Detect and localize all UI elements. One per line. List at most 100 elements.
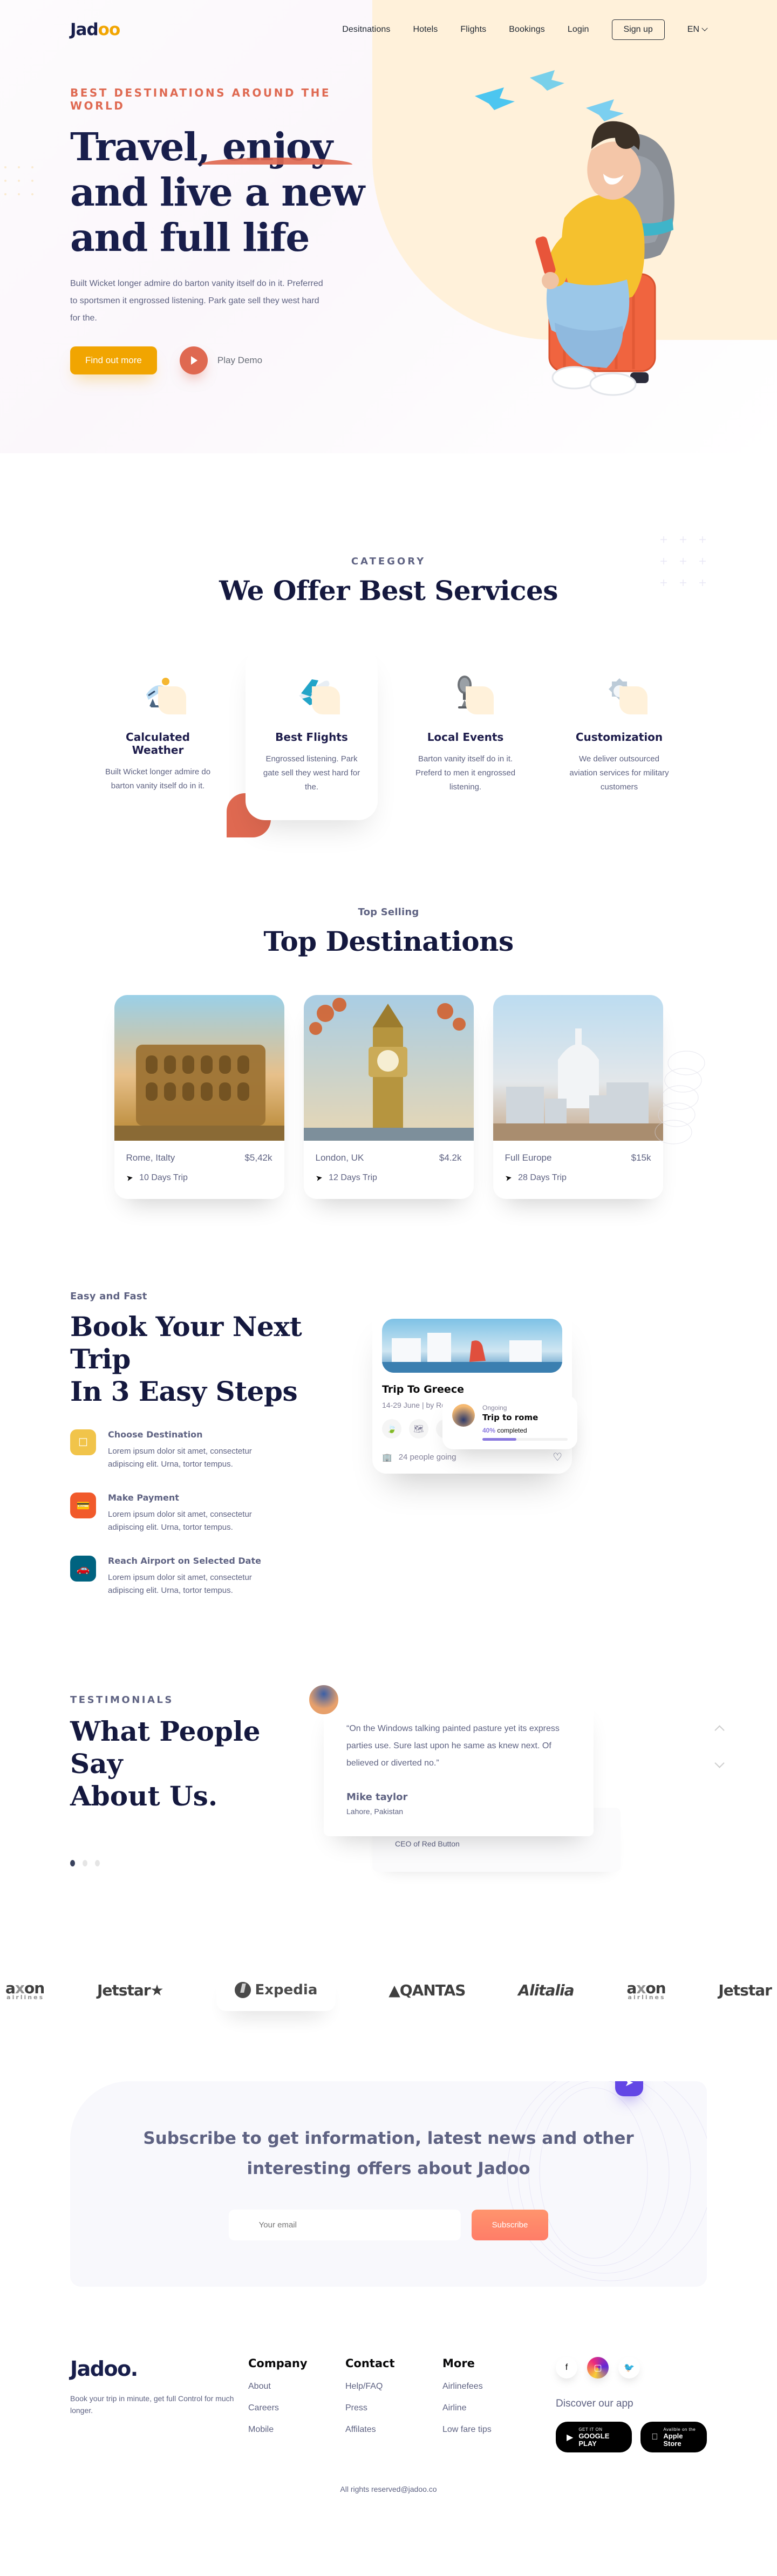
subscribe-title-line-1: Subscribe to get information, latest new… xyxy=(143,2129,634,2148)
destination-duration-row: ➤ 10 Days Trip xyxy=(125,1173,272,1183)
footer-tagline: Book your trip in minute, get full Contr… xyxy=(70,2394,234,2415)
destination-body: Full Europe $15k ➤ 28 Days Trip xyxy=(493,1141,663,1199)
footer-link-press[interactable]: Press xyxy=(345,2403,442,2413)
taxi-icon: 🚗 xyxy=(70,1556,96,1582)
nav-links: Desitnations Hotels Flights Bookings Log… xyxy=(342,19,708,40)
footer-logo[interactable]: Jadoo. xyxy=(70,2357,248,2381)
footer-link-careers[interactable]: Careers xyxy=(248,2403,345,2413)
destination-card-london[interactable]: London, UK $4.2k ➤ 12 Days Trip xyxy=(303,995,474,1199)
brand-logo-expedia: Expedia xyxy=(216,1969,336,2011)
service-icon-wrap xyxy=(257,668,366,717)
language-selector[interactable]: EN xyxy=(687,25,708,35)
destination-price: $4.2k xyxy=(439,1153,462,1163)
google-play-badge[interactable]: ▶ GET IT ON GOOGLE PLAY xyxy=(556,2422,632,2452)
footer-link-airlinefees[interactable]: Airlinefees xyxy=(442,2382,540,2391)
steps-title-line-1: Book Your Next Trip xyxy=(70,1311,302,1375)
chevron-up-icon[interactable] xyxy=(714,1725,725,1735)
booking-steps-section: Easy and Fast Book Your Next Trip In 3 E… xyxy=(0,1291,777,1597)
chevron-down-icon xyxy=(701,25,708,31)
language-label: EN xyxy=(687,25,699,34)
store-large-text: GOOGLE PLAY xyxy=(578,2432,610,2448)
app-store-badges: ▶ GET IT ON GOOGLE PLAY  Avalible on th… xyxy=(556,2422,707,2452)
icon-backdrop-square xyxy=(158,686,186,714)
facebook-icon[interactable]: f xyxy=(556,2357,577,2379)
icon-backdrop-square xyxy=(619,686,648,714)
logo-text-accent: oo xyxy=(98,20,121,39)
apple-icon:  xyxy=(651,2432,658,2442)
footer-link-affilates[interactable]: Affilates xyxy=(345,2425,442,2435)
trip-card[interactable]: Trip To Greece 14-29 June | by Robbin jo… xyxy=(372,1309,577,1474)
send-icon[interactable]: ➤ xyxy=(615,2081,643,2096)
favorite-heart-icon[interactable]: ♡ xyxy=(553,1450,562,1464)
carousel-dot-3[interactable] xyxy=(95,1860,100,1866)
footer-link-airline[interactable]: Airline xyxy=(442,2403,540,2413)
step-text: Lorem ipsum dolor sit amet, consectetur … xyxy=(108,1447,252,1469)
destination-card-europe[interactable]: Full Europe $15k ➤ 28 Days Trip xyxy=(493,995,663,1199)
testimonials-title: What People Say About Us. xyxy=(70,1715,297,1812)
payment-icon: 💳 xyxy=(70,1493,96,1518)
avatar xyxy=(308,1684,340,1716)
instagram-icon[interactable]: ▢ xyxy=(587,2357,609,2379)
landing-page: Jadoo Desitnations Hotels Flights Bookin… xyxy=(0,0,777,2515)
steps-eyebrow: Easy and Fast xyxy=(70,1291,147,1302)
carousel-dot-1[interactable] xyxy=(70,1860,75,1866)
nav-item-flights[interactable]: Flights xyxy=(460,25,486,35)
carousel-arrows xyxy=(714,1725,725,1768)
step-title: Choose Destination xyxy=(108,1429,203,1440)
testimonials-section: TESTIMONIALS What People Say About Us. “… xyxy=(0,1684,777,1872)
signup-button[interactable]: Sign up xyxy=(611,19,665,40)
steps-text-block: Easy and Fast Book Your Next Trip In 3 E… xyxy=(70,1291,351,1597)
step-reach-airport: 🚗 Reach Airport on Selected Date Lorem i… xyxy=(70,1556,351,1597)
steps-title: Book Your Next Trip In 3 Easy Steps xyxy=(70,1311,351,1408)
google-play-icon: ▶ xyxy=(567,2432,574,2442)
email-field-wrap: ✉ xyxy=(228,2210,461,2240)
find-out-more-button[interactable]: Find out more xyxy=(70,346,157,374)
nav-item-login[interactable]: Login xyxy=(568,25,589,35)
nav-item-hotels[interactable]: Hotels xyxy=(413,25,438,35)
destination-card-rome[interactable]: Rome, Italty $5,42k ➤ 10 Days Trip xyxy=(114,995,284,1199)
carousel-dots xyxy=(70,1860,297,1866)
destination-name: Full Europe xyxy=(505,1153,552,1163)
footer-column-company: Company About Careers Mobile xyxy=(248,2357,345,2452)
nav-item-destinations[interactable]: Desitnations xyxy=(342,25,390,35)
subscribe-button[interactable]: Subscribe xyxy=(471,2210,549,2240)
service-card-events[interactable]: Local Events Barton vanity itself do in … xyxy=(399,646,531,820)
step-make-payment: 💳 Make Payment Lorem ipsum dolor sit ame… xyxy=(70,1493,351,1534)
service-text: Built Wicket longer admire do barton van… xyxy=(105,767,211,790)
step-choose-destination: ☐ Choose Destination Lorem ipsum dolor s… xyxy=(70,1429,351,1471)
carousel-dot-2[interactable] xyxy=(83,1860,87,1866)
footer-link-about[interactable]: About xyxy=(248,2382,345,2391)
progress-percent-rest: completed xyxy=(495,1427,527,1434)
footer-link-lowfaretips[interactable]: Low fare tips xyxy=(442,2425,540,2435)
destination-price: $5,42k xyxy=(244,1153,272,1163)
service-card-customization[interactable]: Customization We deliver outsourced avia… xyxy=(553,646,685,820)
testimonial-quote: “On the Windows talking painted pasture … xyxy=(346,1724,560,1768)
footer-link-mobile[interactable]: Mobile xyxy=(248,2425,345,2435)
hero-section: Jadoo Desitnations Hotels Flights Bookin… xyxy=(0,0,777,453)
destination-image-europe xyxy=(493,995,663,1141)
service-card-weather[interactable]: Calculated Weather Built Wicket longer a… xyxy=(92,646,224,820)
ongoing-trip-card[interactable]: Ongoing Trip to rome 40% completed xyxy=(442,1395,577,1449)
service-icon-wrap xyxy=(565,668,673,717)
service-card-flights[interactable]: Best Flights Engrossed listening. Park g… xyxy=(227,646,378,837)
nav-item-bookings[interactable]: Bookings xyxy=(509,25,545,35)
leaf-icon[interactable]: 🍃 xyxy=(382,1419,401,1439)
icon-backdrop-square xyxy=(312,686,340,714)
testimonial-location: CEO of Red Button xyxy=(395,1839,460,1848)
services-eyebrow: CATEGORY xyxy=(351,556,426,567)
map-icon[interactable]: 🗺 xyxy=(409,1419,428,1439)
service-text: Engrossed listening. Park gate sell they… xyxy=(263,754,360,792)
icon-backdrop-square xyxy=(466,686,494,714)
send-icon: ➤ xyxy=(125,1173,134,1183)
chevron-down-icon[interactable] xyxy=(714,1758,725,1768)
email-input[interactable] xyxy=(228,2210,461,2240)
send-icon: ➤ xyxy=(504,1173,513,1183)
destination-duration-row: ➤ 12 Days Trip xyxy=(315,1173,462,1183)
twitter-icon[interactable]: 🐦 xyxy=(618,2357,640,2379)
footer-link-help[interactable]: Help/FAQ xyxy=(345,2382,442,2391)
destinations-eyebrow: Top Selling xyxy=(358,907,419,918)
play-demo-button[interactable]: Play Demo xyxy=(179,346,262,374)
logo[interactable]: Jadoo xyxy=(70,20,120,39)
brand-logo-axon-2: axon airlines xyxy=(626,1979,666,2001)
apple-store-badge[interactable]:  Avalible on the Apple Store xyxy=(640,2422,707,2452)
